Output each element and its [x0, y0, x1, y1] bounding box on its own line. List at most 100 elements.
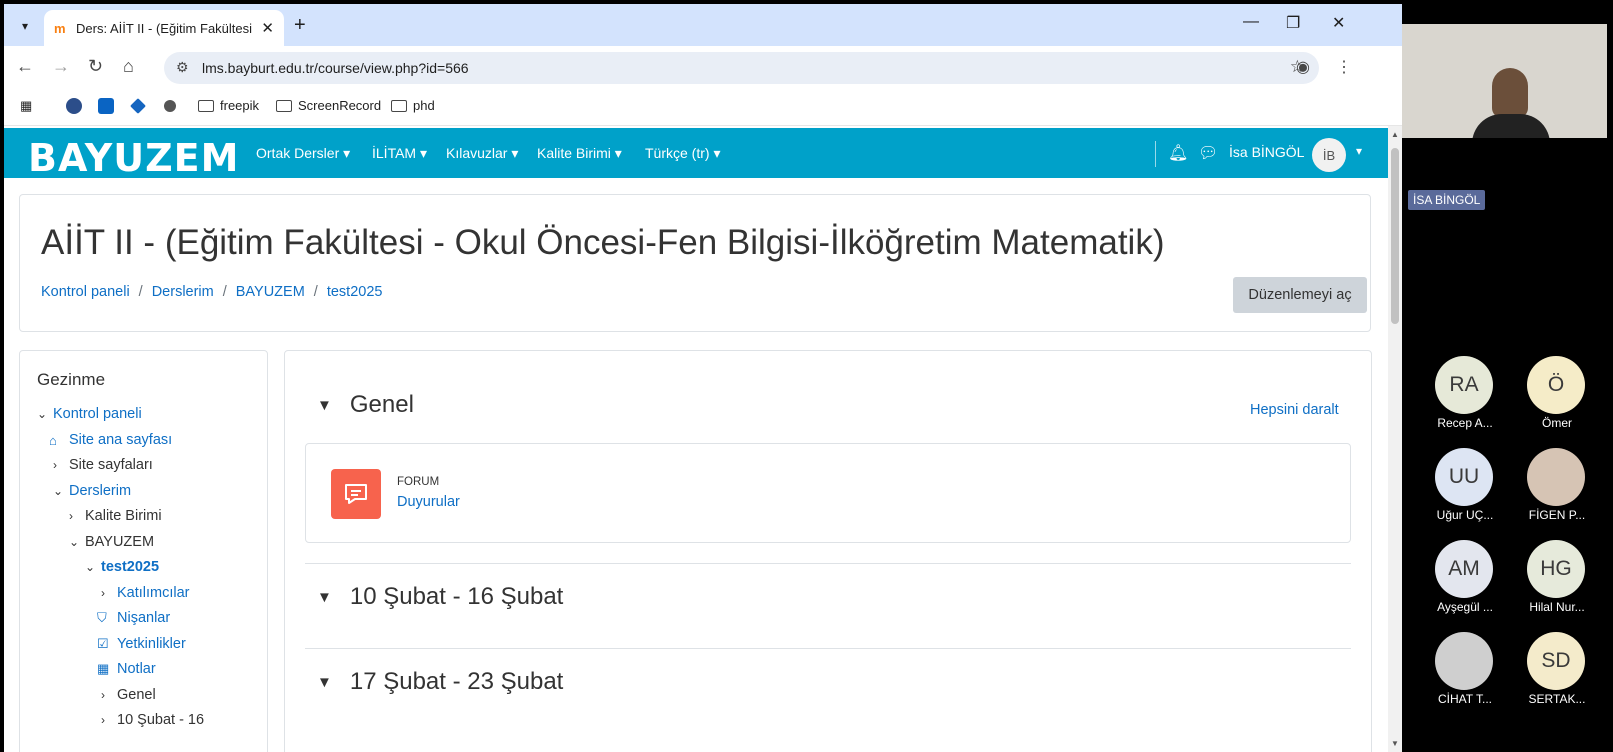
navigation-block: Gezinme ⌄ Kontrol paneli ⌂ Site ana sayfas…	[19, 350, 268, 752]
bookmark-icon-4[interactable]	[162, 98, 178, 114]
tab-search-button[interactable]: ▾	[12, 13, 38, 39]
profile-icon[interactable]: ◉	[1296, 57, 1310, 77]
breadcrumb-bayuzem[interactable]: BAYUZEM	[236, 284, 305, 300]
nav-genel[interactable]: › Genel	[101, 687, 156, 703]
presenter-video	[1492, 68, 1528, 118]
nav-week-1[interactable]: › 10 Şubat - 16	[101, 712, 204, 728]
minimize-icon[interactable]: —	[1243, 13, 1259, 31]
nav-yetkinlikler[interactable]: ☑ Yetkinlikler	[97, 636, 186, 652]
participant-tile[interactable]: AM Ayşegül ...	[1418, 540, 1512, 620]
participant-name: CİHAT T...	[1437, 692, 1492, 706]
section-week-1[interactable]: ▼ 10 Şubat - 16 Şubat	[317, 583, 563, 611]
user-name[interactable]: İsa BİNGÖL	[1229, 144, 1304, 160]
participant-tile[interactable]: RA Recep A...	[1418, 356, 1512, 436]
menu-ilitam[interactable]: İLİTAM ▾	[372, 145, 427, 162]
navigation-title: Gezinme	[37, 370, 106, 389]
participant-tile[interactable]: HG Hilal Nur...	[1510, 540, 1604, 620]
back-icon[interactable]: ←	[16, 56, 34, 77]
restore-icon[interactable]: ❐	[1286, 13, 1300, 33]
menu-language[interactable]: Türkçe (tr) ▾	[645, 145, 720, 162]
reload-icon[interactable]: ↻	[88, 56, 103, 77]
chevron-down-icon: ⌄	[37, 407, 48, 421]
address-bar[interactable]: ⚙ lms.bayburt.edu.tr/course/view.php?id=…	[164, 52, 1319, 84]
outlook-icon[interactable]	[98, 98, 114, 114]
participant-name: Uğur UÇ...	[1436, 508, 1494, 522]
participant-name: Hilal Nur...	[1529, 600, 1585, 614]
edit-mode-button[interactable]: Düzenlemeyi aç	[1233, 277, 1367, 313]
participant-avatar: UU	[1435, 448, 1493, 506]
course-header: AİİT II - (Eğitim Fakültesi - Okul Önces…	[19, 194, 1371, 332]
forum-icon[interactable]	[331, 469, 381, 519]
more-menu-icon[interactable]: ⋮	[1336, 57, 1352, 77]
nav-test2025[interactable]: ⌄ test2025	[85, 559, 159, 575]
bookmarks-bar: ▦ freepik ScreenRecord phd	[4, 90, 1402, 126]
menu-kalite-birimi[interactable]: Kalite Birimi ▾	[537, 145, 622, 162]
close-tab-icon[interactable]: ✕	[261, 19, 274, 37]
bookmark-icon-1[interactable]	[66, 98, 82, 114]
breadcrumb-derslerim[interactable]: Derslerim	[152, 284, 214, 300]
site-navbar: BAYUZEM Ortak Dersler ▾ İLİTAM ▾ Kılavuz…	[4, 128, 1388, 180]
site-logo[interactable]: BAYUZEM	[28, 136, 239, 180]
section-genel[interactable]: ▼ Genel	[317, 391, 414, 419]
bookmark-folder-freepik[interactable]: freepik	[198, 98, 259, 113]
participant-photo	[1435, 632, 1493, 690]
home-icon[interactable]: ⌂	[123, 56, 134, 77]
folder-icon	[276, 99, 292, 112]
participant-avatar: AM	[1435, 540, 1493, 598]
nav-derslerim[interactable]: ⌄ Derslerim	[53, 483, 131, 499]
participant-name: Ömer	[1542, 416, 1572, 430]
nav-site-ana-sayfasi[interactable]: ⌂ Site ana sayfası	[49, 432, 172, 448]
web-page: BAYUZEM Ortak Dersler ▾ İLİTAM ▾ Kılavuz…	[4, 126, 1388, 752]
section-divider	[305, 648, 1351, 649]
section-week-2[interactable]: ▼ 17 Şubat - 23 Şubat	[317, 668, 563, 696]
user-avatar[interactable]: İB	[1312, 138, 1346, 172]
nav-kontrol-paneli[interactable]: ⌄ Kontrol paneli	[37, 406, 142, 422]
participant-photo	[1527, 448, 1585, 506]
message-icon[interactable]: 💬︎	[1198, 143, 1218, 163]
browser-window: ▾ m Ders: AİİT II - (Eğitim Fakültesi - …	[4, 4, 1402, 752]
nav-kalite-birimi[interactable]: › Kalite Birimi	[69, 508, 162, 524]
bookmark-icon-3[interactable]	[130, 98, 146, 114]
breadcrumb-test2025[interactable]: test2025	[327, 284, 383, 300]
checkbox-icon: ☑	[97, 636, 109, 651]
bell-icon[interactable]: 🔔︎	[1168, 143, 1188, 163]
bookmark-folder-screenrecord[interactable]: ScreenRecord	[276, 98, 381, 113]
scrollbar-thumb[interactable]	[1391, 148, 1399, 324]
page-title: AİİT II - (Eğitim Fakültesi - Okul Önces…	[41, 223, 1165, 262]
site-info-icon[interactable]: ⚙	[176, 59, 189, 76]
scroll-down-icon[interactable]: ▼	[1391, 739, 1399, 748]
course-content: ▼ Genel Hepsini daralt FORUM Duyurular ▼ 1…	[284, 350, 1372, 752]
nav-site-sayfalari[interactable]: › Site sayfaları	[53, 457, 153, 473]
active-tab[interactable]: m Ders: AİİT II - (Eğitim Fakültesi - ✕	[44, 10, 284, 46]
nav-katilimcilar[interactable]: › Katılımcılar	[101, 585, 190, 601]
breadcrumb-separator: /	[138, 284, 143, 300]
participant-tile[interactable]: SD SERTAK...	[1510, 632, 1604, 712]
nav-bayuzem[interactable]: ⌄ BAYUZEM	[69, 534, 154, 550]
moodle-favicon-icon: m	[54, 20, 66, 36]
nav-nisanlar[interactable]: ⛉ Nişanlar	[97, 610, 170, 626]
apps-grid-icon[interactable]: ▦	[20, 98, 32, 114]
collapse-all-link[interactable]: Hepsini daralt	[1250, 402, 1339, 418]
breadcrumb-kontrol-paneli[interactable]: Kontrol paneli	[41, 284, 130, 300]
menu-ortak-dersler[interactable]: Ortak Dersler ▾	[256, 145, 350, 162]
nav-notlar[interactable]: ▦ Notlar	[97, 661, 156, 677]
browser-toolbar: ← → ↻ ⌂ ⚙ lms.bayburt.edu.tr/course/view…	[4, 46, 1402, 90]
scroll-up-icon[interactable]: ▲	[1391, 130, 1399, 139]
activity-link-duyurular[interactable]: Duyurular	[397, 494, 460, 510]
page-scrollbar[interactable]: ▲ ▼	[1388, 126, 1402, 752]
shield-icon: ⛉	[97, 610, 107, 625]
chevron-down-icon: ⌄	[53, 484, 64, 498]
menu-kilavuzlar[interactable]: Kılavuzlar ▾	[446, 145, 518, 162]
close-window-icon[interactable]: ✕	[1332, 13, 1345, 33]
participant-tile[interactable]: FİGEN P...	[1510, 448, 1604, 528]
participant-name: SERTAK...	[1528, 692, 1586, 706]
participant-tile[interactable]: CİHAT T...	[1418, 632, 1512, 712]
new-tab-button[interactable]: +	[294, 14, 306, 37]
chevron-down-icon: ⌄	[69, 535, 80, 549]
participant-tile[interactable]: Ö Ömer	[1510, 356, 1604, 436]
bookmark-folder-phd[interactable]: phd	[391, 98, 435, 113]
chevron-down-icon[interactable]: ▾	[1356, 144, 1362, 158]
forward-icon[interactable]: →	[52, 56, 70, 77]
table-icon: ▦	[97, 661, 110, 676]
participant-tile[interactable]: UU Uğur UÇ...	[1418, 448, 1512, 528]
